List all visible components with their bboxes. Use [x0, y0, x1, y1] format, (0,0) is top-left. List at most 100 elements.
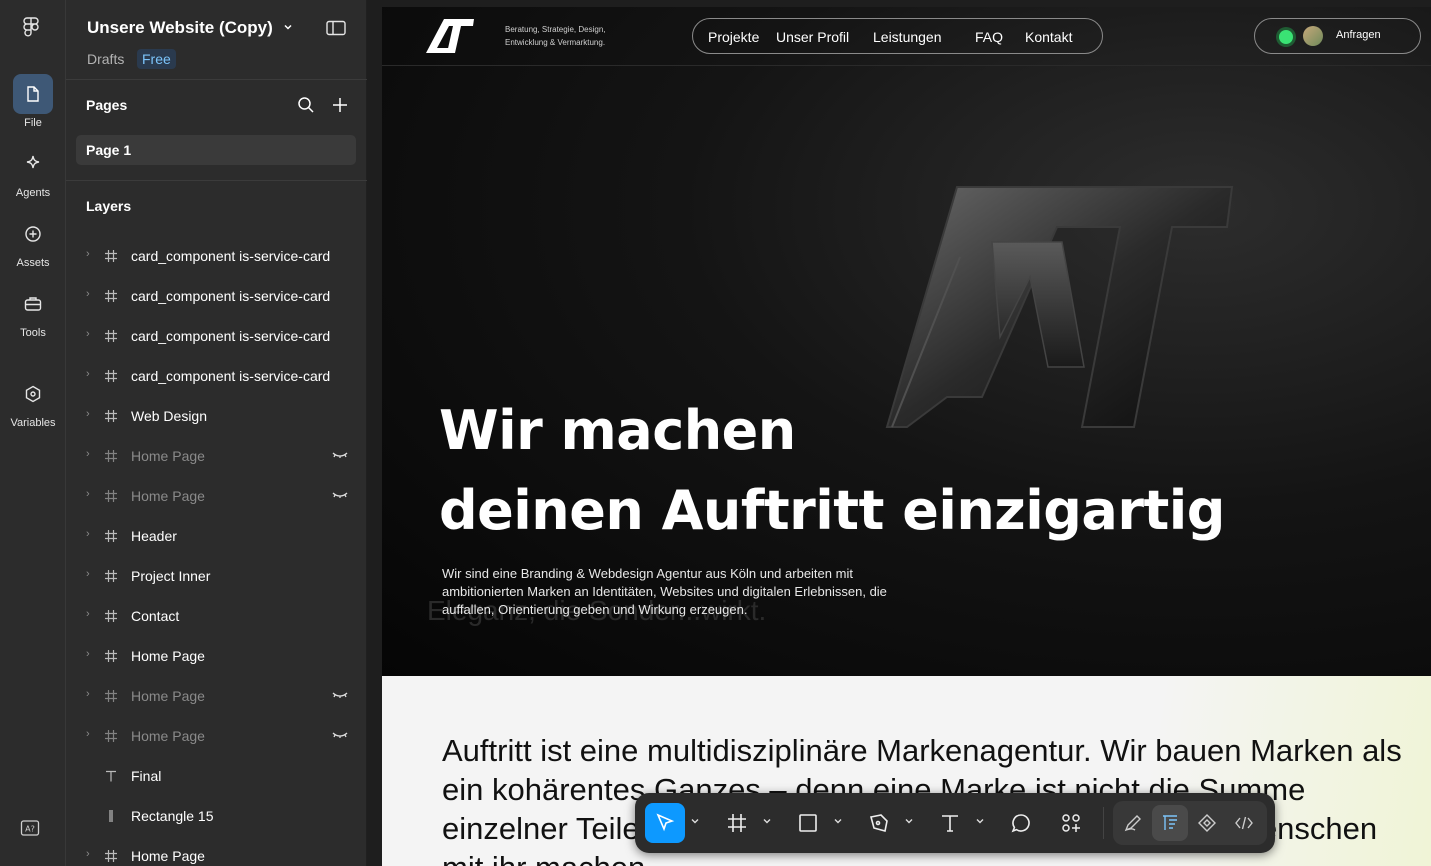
search-icon[interactable]: [297, 96, 315, 114]
expand-arrow-icon[interactable]: ›: [86, 688, 90, 700]
eye-closed-icon[interactable]: [332, 490, 348, 500]
shape-tool-button[interactable]: [788, 803, 828, 843]
pen-tool-button[interactable]: [859, 803, 899, 843]
chevron-down-icon[interactable]: [690, 816, 700, 826]
frame-hash-icon: [105, 290, 117, 302]
drafts-link[interactable]: Drafts: [87, 51, 124, 67]
rail-item-tools[interactable]: Tools: [0, 284, 66, 339]
keyboard-shortcuts-icon[interactable]: A?: [20, 818, 40, 838]
layer-row[interactable]: › Home Page: [66, 436, 367, 476]
layer-row[interactable]: › Contact: [66, 596, 367, 636]
layer-row[interactable]: Final: [66, 756, 367, 796]
comment-tool-button[interactable]: [1001, 803, 1041, 843]
eye-closed-icon[interactable]: [332, 730, 348, 740]
nav-link-kontakt[interactable]: Kontakt: [1025, 29, 1072, 45]
site-tagline: Beratung, Strategie, Design, Entwicklung…: [505, 23, 606, 49]
text-icon: [942, 815, 958, 832]
mode-switcher: [1113, 801, 1267, 845]
layer-row[interactable]: › card_component is-service-card: [66, 316, 367, 356]
expand-arrow-icon[interactable]: ›: [86, 528, 90, 540]
website-frame[interactable]: Beratung, Strategie, Design, Entwicklung…: [382, 7, 1431, 866]
variables-icon: [13, 374, 53, 414]
layer-row[interactable]: › Project Inner: [66, 556, 367, 596]
page-item-current[interactable]: Page 1: [76, 135, 356, 165]
sidebar-toggle-icon[interactable]: [326, 20, 346, 36]
bottom-toolbar: [635, 793, 1275, 853]
expand-arrow-icon[interactable]: ›: [86, 368, 90, 380]
expand-arrow-icon[interactable]: ›: [86, 408, 90, 420]
expand-arrow-icon[interactable]: ›: [86, 288, 90, 300]
divider: [66, 79, 367, 80]
frame-hash-icon: [105, 250, 117, 262]
layer-name: card_component is-service-card: [131, 288, 331, 304]
code-brackets-icon: [1235, 816, 1253, 830]
rectangle-icon: [109, 810, 113, 822]
chevron-down-icon[interactable]: [283, 22, 293, 32]
layer-row[interactable]: › Home Page: [66, 476, 367, 516]
add-page-icon[interactable]: [331, 96, 349, 114]
rail-item-file[interactable]: File: [0, 74, 66, 129]
component-mode-button[interactable]: [1189, 805, 1225, 841]
frame-hash-icon: [728, 814, 746, 832]
dev-mode-button[interactable]: [1226, 805, 1262, 841]
layer-row[interactable]: › Home Page: [66, 636, 367, 676]
rail-item-variables[interactable]: Variables: [0, 374, 66, 429]
actions-tool-button[interactable]: [1051, 803, 1091, 843]
move-tool-button[interactable]: [645, 803, 685, 843]
layer-row[interactable]: › Header: [66, 516, 367, 556]
file-title[interactable]: Unsere Website (Copy): [87, 18, 273, 38]
canvas[interactable]: Beratung, Strategie, Design, Entwicklung…: [368, 0, 1431, 866]
rectangle-icon: [799, 814, 817, 832]
nav-link-leistungen[interactable]: Leistungen: [873, 29, 942, 45]
nav-link-projekte[interactable]: Projekte: [708, 29, 759, 45]
nav-link-unser-profil[interactable]: Unser Profil: [776, 29, 849, 45]
chevron-down-icon[interactable]: [762, 816, 772, 826]
text-tool-button[interactable]: [930, 803, 970, 843]
layer-name: card_component is-service-card: [131, 248, 331, 264]
page-label: Page 1: [86, 142, 132, 158]
expand-arrow-icon[interactable]: ›: [86, 328, 90, 340]
plan-badge: Free: [137, 49, 176, 69]
rail-item-assets[interactable]: Assets: [0, 214, 66, 269]
layer-row[interactable]: › card_component is-service-card: [66, 276, 367, 316]
anfragen-button[interactable]: Anfragen: [1254, 18, 1421, 54]
nav-link-faq[interactable]: FAQ: [975, 29, 1003, 45]
layer-row[interactable]: › Home Page: [66, 716, 367, 756]
frame-tool-button[interactable]: [717, 803, 757, 843]
sparkle-icon: [13, 144, 53, 184]
layer-row[interactable]: › Home Page: [66, 836, 367, 866]
comment-bubble-icon: [1011, 814, 1030, 833]
figma-logo-icon[interactable]: [19, 16, 43, 40]
layer-row[interactable]: › card_component is-service-card: [66, 236, 367, 276]
expand-arrow-icon[interactable]: ›: [86, 448, 90, 460]
expand-arrow-icon[interactable]: ›: [86, 848, 90, 860]
expand-arrow-icon[interactable]: ›: [86, 568, 90, 580]
chevron-down-icon[interactable]: [904, 816, 914, 826]
expand-arrow-icon[interactable]: ›: [86, 608, 90, 620]
header-divider: [382, 65, 1431, 66]
frame-hash-icon: [105, 690, 117, 702]
expand-arrow-icon[interactable]: ›: [86, 488, 90, 500]
figma-app: File Agents Assets Tools Variables A? Un…: [0, 0, 1431, 866]
expand-arrow-icon[interactable]: ›: [86, 648, 90, 660]
svg-text:A?: A?: [25, 825, 35, 834]
expand-arrow-icon[interactable]: ›: [86, 248, 90, 260]
eye-closed-icon[interactable]: [332, 450, 348, 460]
layer-row[interactable]: › card_component is-service-card: [66, 356, 367, 396]
design-mode-button[interactable]: [1152, 805, 1188, 841]
rail-item-agents[interactable]: Agents: [0, 144, 66, 199]
expand-arrow-icon[interactable]: ›: [86, 728, 90, 740]
layer-row[interactable]: Rectangle 15: [66, 796, 367, 836]
eye-closed-icon[interactable]: [332, 690, 348, 700]
chevron-down-icon[interactable]: [975, 816, 985, 826]
pages-title: Pages: [86, 97, 128, 113]
layer-row[interactable]: › Home Page: [66, 676, 367, 716]
frame-hash-icon: [105, 530, 117, 542]
draw-mode-button[interactable]: [1115, 805, 1151, 841]
site-logo-icon[interactable]: [424, 17, 476, 55]
chevron-down-icon[interactable]: [833, 816, 843, 826]
frame-hash-icon: [105, 330, 117, 342]
frame-hash-icon: [105, 450, 117, 462]
layer-row[interactable]: › Web Design: [66, 396, 367, 436]
frame-hash-icon: [105, 490, 117, 502]
